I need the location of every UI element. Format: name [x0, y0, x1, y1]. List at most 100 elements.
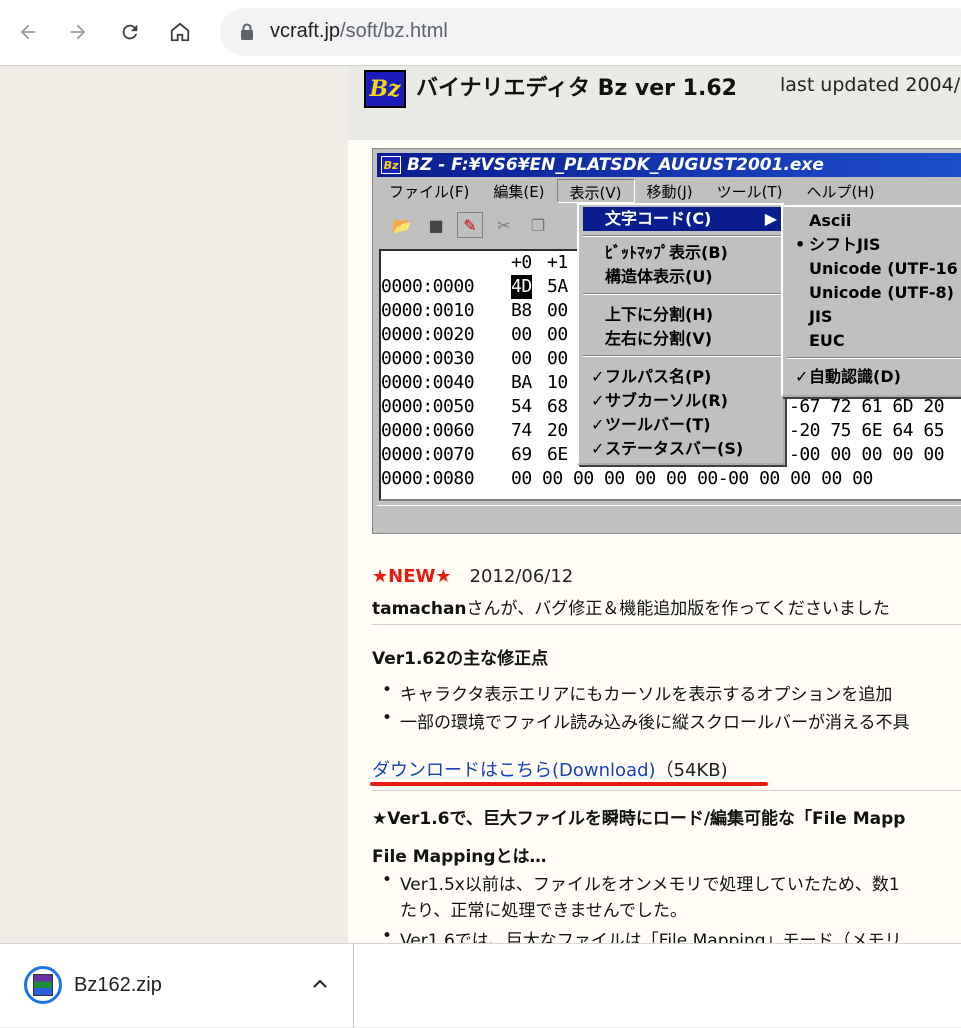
page-body: Bz バイナリエディタ Bz ver 1.62 last updated 200…	[348, 66, 961, 943]
new-badge: ★NEW★	[372, 566, 452, 587]
address-bar[interactable]: vcraft.jp/soft/bz.html	[220, 8, 961, 56]
chevron-up-icon	[313, 979, 327, 988]
code-item-utf16: Unicode (UTF-16	[809, 259, 958, 278]
hex-address: 0000:0060	[381, 420, 475, 441]
winrar-archive-icon	[24, 966, 62, 1004]
news-line: ★NEW★ 2012/06/12	[372, 566, 573, 587]
download-size: （54KB)	[655, 760, 728, 781]
menu-item-split-v: 左右に分割(V)	[605, 329, 713, 348]
hex-byte: B8	[511, 300, 532, 321]
url-text[interactable]: vcraft.jp/soft/bz.html	[270, 20, 448, 43]
app-icon: Bz	[381, 156, 401, 174]
list-item: Ver1.6では、巨大なファイルは「File Mapping」モード（メモリ	[382, 926, 902, 943]
page-viewport: Bz バイナリエディタ Bz ver 1.62 last updated 200…	[0, 66, 961, 943]
check-icon: ✓	[795, 367, 809, 386]
download-link[interactable]: ダウンロードはこちら(Download)	[372, 760, 656, 781]
check-icon: ✓	[591, 439, 605, 458]
code-item-euc: EUC	[809, 331, 845, 350]
lock-icon	[241, 23, 253, 40]
hex-address: 0000:0070	[381, 444, 475, 465]
divider	[372, 790, 961, 791]
copy-icon: ❐	[530, 215, 546, 235]
check-icon: ✓	[591, 391, 605, 410]
url-host: vcraft.jp	[270, 20, 341, 42]
hex-address: 0000:0010	[381, 300, 475, 321]
hex-byte: BA	[511, 372, 532, 393]
download-options-button[interactable]	[308, 972, 332, 996]
menu-item-subcursor: ✓ サブカーソル(R)	[583, 389, 783, 413]
hex-byte: 00	[547, 348, 568, 369]
radio-dot-icon: •	[795, 235, 806, 254]
hex-byte: 54	[511, 396, 532, 417]
hex-header-0: +0	[511, 252, 532, 273]
arrow-right-icon	[70, 24, 86, 40]
page-title: バイナリエディタ Bz ver 1.62	[416, 76, 737, 101]
menu-item-bitmap: ﾋﾞｯﾄﾏｯﾌﾟ表示(B)	[605, 243, 728, 262]
forward-button[interactable]	[60, 14, 96, 50]
list-item: 一部の環境でファイル読み込み後に縦スクロールバーが消える不具	[382, 708, 910, 733]
page-header: Bz バイナリエディタ Bz ver 1.62 last updated 200…	[348, 66, 961, 140]
open-folder-icon: 📂	[392, 215, 412, 235]
v16-heading: ★Ver1.6で、巨大ファイルを瞬時にロード/編集可能な「File Mapp	[372, 809, 906, 829]
news-text: tamachanさんが、バグ修正＆機能追加版を作ってくださいました	[372, 594, 890, 619]
arrow-left-icon	[20, 24, 36, 40]
save-disk-icon: ■	[428, 215, 444, 235]
app-menu-edit: 編集(E)	[493, 183, 545, 201]
hex-address: 0000:0040	[381, 372, 475, 393]
charcode-submenu: Ascii • シフトJIS Unicode (UTF-16 Unicode (U…	[781, 205, 961, 397]
menu-separator	[583, 235, 781, 237]
hex-address: 0000:0030	[381, 348, 475, 369]
hex-row-tail: -20 75 6E 64 65	[789, 420, 945, 441]
hex-byte: 20	[547, 420, 568, 441]
edit-icon: ✎	[457, 212, 483, 238]
download-item[interactable]: Bz162.zip	[0, 944, 354, 1028]
url-path: /soft/bz.html	[340, 20, 448, 42]
news-message: さんが、バグ修正＆機能追加版を作ってくださいました	[466, 599, 890, 619]
code-item-jis: JIS	[809, 307, 833, 326]
news-date: 2012/06/12	[469, 566, 574, 587]
reload-icon	[122, 24, 138, 40]
hex-address: 0000:0080	[381, 468, 475, 489]
hex-byte-cursor: 4D	[511, 275, 532, 299]
menu-item-struct: 構造体表示(U)	[605, 267, 713, 286]
hex-row-tail: 00 00 00 00 00 00 00-00 00 00 00 00	[511, 468, 873, 489]
reload-button[interactable]	[112, 14, 148, 50]
menu-item-statusbar: ✓ ステータスバー(S)	[583, 437, 783, 461]
list-item: キャラクタ表示エリアにもカーソルを表示するオプションを追加	[382, 680, 892, 705]
hex-byte: 5A	[547, 276, 568, 297]
check-icon: ✓	[591, 367, 605, 386]
back-button[interactable]	[10, 14, 46, 50]
menu-separator	[787, 357, 961, 359]
fixes-heading: Ver1.62の主な修正点	[372, 649, 549, 669]
list-item-continued: たり、正常に処理できませんでした。	[400, 901, 687, 921]
app-menu-move: 移動(J)	[646, 183, 693, 201]
download-file-name: Bz162.zip	[74, 974, 162, 996]
app-menu-tools: ツール(T)	[716, 183, 783, 201]
list-item: Ver1.5x以前は、ファイルをオンメモリで処理していたため、数1	[382, 870, 900, 895]
red-highlight-underline	[370, 782, 768, 786]
hex-byte: 69	[511, 444, 532, 465]
bz-logo: Bz	[364, 70, 406, 108]
hex-byte: 00	[511, 348, 532, 369]
download-line: ダウンロードはこちら(Download)（54KB)	[372, 756, 728, 782]
hex-byte: 00	[547, 300, 568, 321]
hex-address: 0000:0050	[381, 396, 475, 417]
cut-icon: ✂	[497, 215, 511, 235]
hex-byte: 74	[511, 420, 532, 441]
code-item-auto: ✓ 自動認識(D)	[787, 365, 961, 389]
bz-app-screenshot: Bz BZ - F:¥VS6¥EN_PLATSDK_AUGUST2001.exe…	[372, 148, 961, 534]
news-author: tamachan	[372, 599, 467, 619]
divider	[372, 624, 961, 625]
hex-header-1: +1	[547, 252, 568, 273]
browser-toolbar: vcraft.jp/soft/bz.html	[0, 0, 961, 66]
menu-item-toolbar: ✓ ツールバー(T)	[583, 413, 783, 437]
home-button[interactable]	[162, 14, 198, 50]
hex-byte: 6E	[547, 444, 568, 465]
app-menu-view: 表示(V)	[556, 179, 635, 203]
app-titlebar: Bz BZ - F:¥VS6¥EN_PLATSDK_AUGUST2001.exe	[377, 153, 961, 177]
code-item-sjis: • シフトJIS	[787, 233, 961, 257]
download-shelf: Bz162.zip	[0, 943, 961, 1028]
menu-item-split-h: 上下に分割(H)	[605, 305, 714, 324]
app-menubar: ファイル(F) 編集(E) 表示(V) 移動(J) ツール(T) ヘルプ(H)	[377, 179, 961, 203]
bz-logo-text: Bz	[369, 76, 401, 102]
